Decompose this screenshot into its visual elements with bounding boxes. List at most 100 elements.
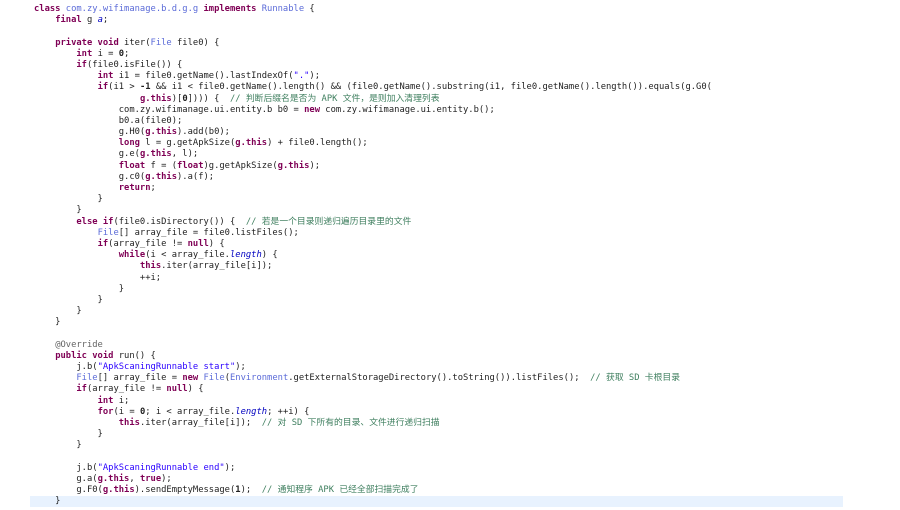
- code-token-kw: true: [139, 473, 162, 484]
- code-token-txt: }: [34, 294, 103, 305]
- code-token-txt: )[: [171, 93, 183, 104]
- code-line[interactable]: this.iter(array_file[i]); // 对 SD 下所有的目录…: [30, 418, 843, 429]
- code-line[interactable]: }: [30, 295, 843, 306]
- code-line[interactable]: this.iter(array_file[i]);: [30, 261, 843, 272]
- code-line[interactable]: com.zy.wifimanage.ui.entity.b b0 = new c…: [30, 105, 843, 116]
- code-token-txt: );: [224, 462, 236, 473]
- code-token-txt: j.b(: [34, 462, 98, 473]
- code-token-ann: @Override: [55, 339, 103, 350]
- code-token-num: -1: [139, 82, 151, 93]
- code-line[interactable]: [30, 328, 843, 339]
- code-line[interactable]: j.b("ApkScaningRunnable end");: [30, 463, 843, 474]
- code-line[interactable]: if(array_file != null) {: [30, 384, 843, 395]
- code-token-kw: implements: [203, 4, 262, 14]
- code-line[interactable]: }: [30, 205, 843, 216]
- code-token-txt: (i =: [113, 406, 140, 417]
- code-token-kw: g.this: [145, 171, 178, 182]
- code-line[interactable]: j.b("ApkScaningRunnable start");: [30, 362, 843, 373]
- code-token-cls: Environment: [229, 373, 289, 384]
- code-line[interactable]: File[] array_file = new File(Environment…: [30, 373, 843, 384]
- code-token-txt: ,: [129, 473, 140, 484]
- code-token-kw: new: [304, 104, 326, 115]
- code-line[interactable]: private void iter(File file0) {: [30, 38, 843, 49]
- code-line[interactable]: g.this)[0]))) { // 判断后缀名是否为 APK 文件，是则加入清…: [30, 94, 843, 105]
- code-line[interactable]: @Override: [30, 340, 843, 351]
- code-token-txt: }: [34, 283, 125, 294]
- code-line[interactable]: return;: [30, 183, 843, 194]
- code-token-txt: );: [309, 71, 321, 82]
- code-line[interactable]: long l = g.getApkSize(g.this) + file0.le…: [30, 138, 843, 149]
- code-line[interactable]: float f = (float)g.getApkSize(g.this);: [30, 161, 843, 172]
- code-line[interactable]: [30, 26, 843, 37]
- code-line[interactable]: g.a(g.this, true);: [30, 474, 843, 485]
- code-token-cmt: // 判断后缀名是否为 APK 文件，是则加入清理列表: [229, 93, 440, 104]
- code-line[interactable]: if(array_file != null) {: [30, 239, 843, 250]
- code-token-txt: b0.a(file0);: [34, 115, 183, 126]
- code-line[interactable]: }: [30, 440, 843, 451]
- code-line[interactable]: int i1 = file0.getName().lastIndexOf("."…: [30, 71, 843, 82]
- code-token-kw: float: [118, 160, 151, 171]
- code-line[interactable]: }: [30, 194, 843, 205]
- code-token-kw: g.this: [139, 93, 172, 104]
- code-token-txt: (array_file !=: [86, 384, 167, 395]
- code-token-str: ".": [293, 71, 310, 82]
- code-line[interactable]: while(i < array_file.length) {: [30, 250, 843, 261]
- code-token-field: length: [229, 250, 262, 261]
- code-token-kw: if: [97, 82, 109, 93]
- current-code-line[interactable]: }: [30, 496, 843, 508]
- code-line[interactable]: }: [30, 306, 843, 317]
- code-line[interactable]: }: [30, 317, 843, 328]
- code-token-txt: ) {: [187, 384, 204, 395]
- code-line[interactable]: class com.zy.wifimanage.b.d.g.g implemen…: [30, 4, 843, 15]
- code-line[interactable]: ++i;: [30, 273, 843, 284]
- code-line[interactable]: g.H0(g.this).add(b0);: [30, 127, 843, 138]
- code-token-txt: && i1 < file0.getName().length() && (fil…: [150, 82, 712, 93]
- code-line[interactable]: public void run() {: [30, 351, 843, 362]
- code-line[interactable]: for(i = 0; i < array_file.length; ++i) {: [30, 407, 843, 418]
- code-line[interactable]: int i;: [30, 396, 843, 407]
- code-line[interactable]: else if(file0.isDirectory()) { // 若是一个目录…: [30, 217, 843, 228]
- code-token-txt: (file0.isFile()) {: [86, 59, 183, 70]
- code-token-txt: }: [34, 440, 82, 451]
- code-line[interactable]: if(i1 > -1 && i1 < file0.getName().lengt…: [30, 82, 843, 93]
- code-line[interactable]: g.F0(g.this).sendEmptyMessage(1); // 通知程…: [30, 485, 843, 496]
- code-token-kw: class: [34, 4, 66, 14]
- code-line[interactable]: b0.a(file0);: [30, 116, 843, 127]
- code-line[interactable]: }: [30, 284, 843, 295]
- code-token-txt: iter(: [124, 37, 151, 48]
- code-line[interactable]: }: [30, 429, 843, 440]
- code-token-txt: ;: [102, 15, 109, 26]
- code-line[interactable]: g.e(g.this, l);: [30, 149, 843, 160]
- code-token-kw: final: [55, 15, 87, 26]
- code-token-kw: new: [182, 373, 204, 384]
- code-line[interactable]: [30, 452, 843, 463]
- code-token-txt: g.a(: [34, 473, 98, 484]
- code-token-txt: [] array_file = file0.listFiles();: [118, 227, 299, 238]
- code-token-txt: }: [34, 496, 61, 507]
- code-token-kw: public void: [55, 350, 119, 361]
- code-line[interactable]: if(file0.isFile()) {: [30, 60, 843, 71]
- code-token-kw: null: [166, 384, 188, 395]
- code-line[interactable]: File[] array_file = file0.listFiles();: [30, 228, 843, 239]
- code-line[interactable]: int i = 0;: [30, 49, 843, 60]
- code-editor[interactable]: class com.zy.wifimanage.b.d.g.g implemen…: [30, 4, 843, 510]
- code-token-txt: g.c0(: [34, 171, 146, 182]
- code-token-txt: .iter(array_file[i]);: [139, 417, 262, 428]
- code-token-kw: null: [187, 238, 209, 249]
- code-token-txt: ) {: [261, 250, 278, 261]
- code-token-txt: }: [34, 429, 103, 440]
- code-line[interactable]: g.c0(g.this).a(f);: [30, 172, 843, 183]
- code-line[interactable]: final g a;: [30, 15, 843, 26]
- code-token-kw: g.this: [139, 149, 172, 160]
